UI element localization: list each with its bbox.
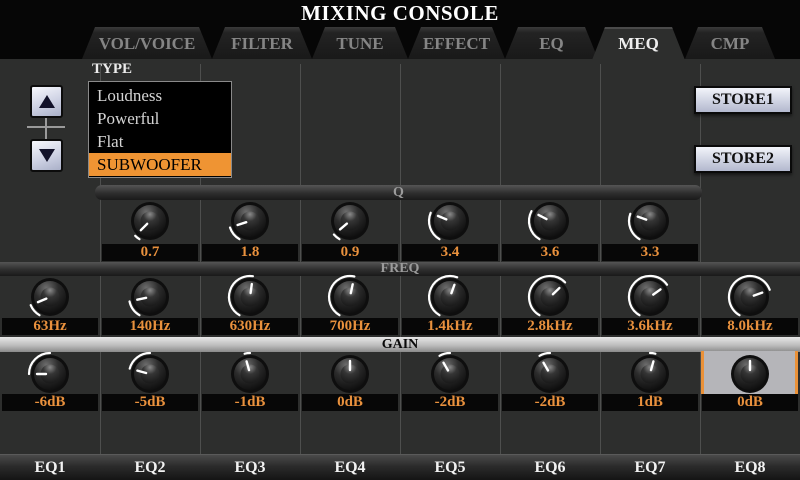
type-option-loudness[interactable]: Loudness bbox=[89, 84, 231, 107]
store2-button[interactable]: STORE2 bbox=[694, 145, 792, 173]
band-label-eq2: EQ2 bbox=[100, 455, 200, 480]
type-label: TYPE bbox=[92, 61, 132, 78]
up-triangle-icon bbox=[39, 95, 55, 108]
type-option-subwoofer[interactable]: SUBWOOFER bbox=[89, 153, 231, 176]
freq-knob-eq1[interactable] bbox=[22, 273, 78, 321]
q-value-eq4: 0.9 bbox=[302, 244, 398, 261]
q-row-header: Q bbox=[95, 185, 702, 200]
freq-row-header: FREQ bbox=[0, 262, 800, 276]
tab-filter[interactable]: FILTER bbox=[212, 27, 312, 59]
q-knob-eq5[interactable] bbox=[422, 197, 478, 245]
q-knob-eq4[interactable] bbox=[322, 197, 378, 245]
store1-button[interactable]: STORE1 bbox=[694, 86, 792, 114]
band-label-eq3: EQ3 bbox=[200, 455, 300, 480]
column-divider bbox=[300, 64, 301, 454]
band-label-eq5: EQ5 bbox=[400, 455, 500, 480]
gain-knob-eq1[interactable] bbox=[22, 350, 78, 398]
tab-eq[interactable]: EQ bbox=[505, 27, 598, 59]
tab-cmp[interactable]: CMP bbox=[685, 27, 775, 59]
freq-knob-eq3[interactable] bbox=[222, 273, 278, 321]
gain-knob-eq8[interactable] bbox=[722, 350, 778, 398]
tab-vol-voice[interactable]: VOL/VOICE bbox=[82, 27, 212, 59]
gain-knob-eq2[interactable] bbox=[122, 350, 178, 398]
connector-line-vertical bbox=[45, 118, 47, 140]
q-knob-eq3[interactable] bbox=[222, 197, 278, 245]
tab-meq[interactable]: MEQ bbox=[592, 27, 685, 60]
down-triangle-icon bbox=[39, 149, 55, 162]
band-label-bar: EQ1EQ2EQ3EQ4EQ5EQ6EQ7EQ8 bbox=[0, 454, 800, 480]
band-label-eq4: EQ4 bbox=[300, 455, 400, 480]
gain-knob-eq4[interactable] bbox=[322, 350, 378, 398]
tab-tune[interactable]: TUNE bbox=[312, 27, 408, 59]
mixing-console-screen: MIXING CONSOLE VOL/VOICEFILTERTUNEEFFECT… bbox=[0, 0, 800, 480]
q-value-eq6: 3.6 bbox=[502, 244, 598, 261]
column-divider bbox=[500, 64, 501, 454]
gain-knob-eq7[interactable] bbox=[622, 350, 678, 398]
freq-knob-eq2[interactable] bbox=[122, 273, 178, 321]
gain-knob-eq6[interactable] bbox=[522, 350, 578, 398]
freq-knob-eq5[interactable] bbox=[422, 273, 478, 321]
q-knob-eq6[interactable] bbox=[522, 197, 578, 245]
band-label-eq6: EQ6 bbox=[500, 455, 600, 480]
gain-row-header: GAIN bbox=[0, 337, 800, 352]
q-value-eq7: 3.3 bbox=[602, 244, 698, 261]
page-title: MIXING CONSOLE bbox=[0, 0, 800, 26]
q-knob-eq2[interactable] bbox=[122, 197, 178, 245]
q-value-eq5: 3.4 bbox=[402, 244, 498, 261]
column-divider bbox=[600, 64, 601, 454]
column-divider bbox=[700, 64, 701, 454]
scroll-up-button[interactable] bbox=[30, 85, 63, 118]
freq-knob-eq4[interactable] bbox=[322, 273, 378, 321]
column-divider bbox=[400, 64, 401, 454]
gain-knob-eq3[interactable] bbox=[222, 350, 278, 398]
q-value-eq2: 0.7 bbox=[102, 244, 198, 261]
freq-knob-eq7[interactable] bbox=[622, 273, 678, 321]
tab-effect[interactable]: EFFECT bbox=[408, 27, 505, 59]
type-option-flat[interactable]: Flat bbox=[89, 130, 231, 153]
freq-knob-eq8[interactable] bbox=[722, 273, 778, 321]
gain-knob-eq5[interactable] bbox=[422, 350, 478, 398]
band-label-eq1: EQ1 bbox=[0, 455, 100, 480]
freq-knob-eq6[interactable] bbox=[522, 273, 578, 321]
q-value-eq3: 1.8 bbox=[202, 244, 298, 261]
top-bar: MIXING CONSOLE VOL/VOICEFILTERTUNEEFFECT… bbox=[0, 0, 800, 59]
type-dropdown: LoudnessPowerfulFlatSUBWOOFER bbox=[88, 81, 232, 178]
band-label-eq8: EQ8 bbox=[700, 455, 800, 480]
scroll-down-button[interactable] bbox=[30, 139, 63, 172]
band-label-eq7: EQ7 bbox=[600, 455, 700, 480]
q-knob-eq7[interactable] bbox=[622, 197, 678, 245]
type-option-powerful[interactable]: Powerful bbox=[89, 107, 231, 130]
